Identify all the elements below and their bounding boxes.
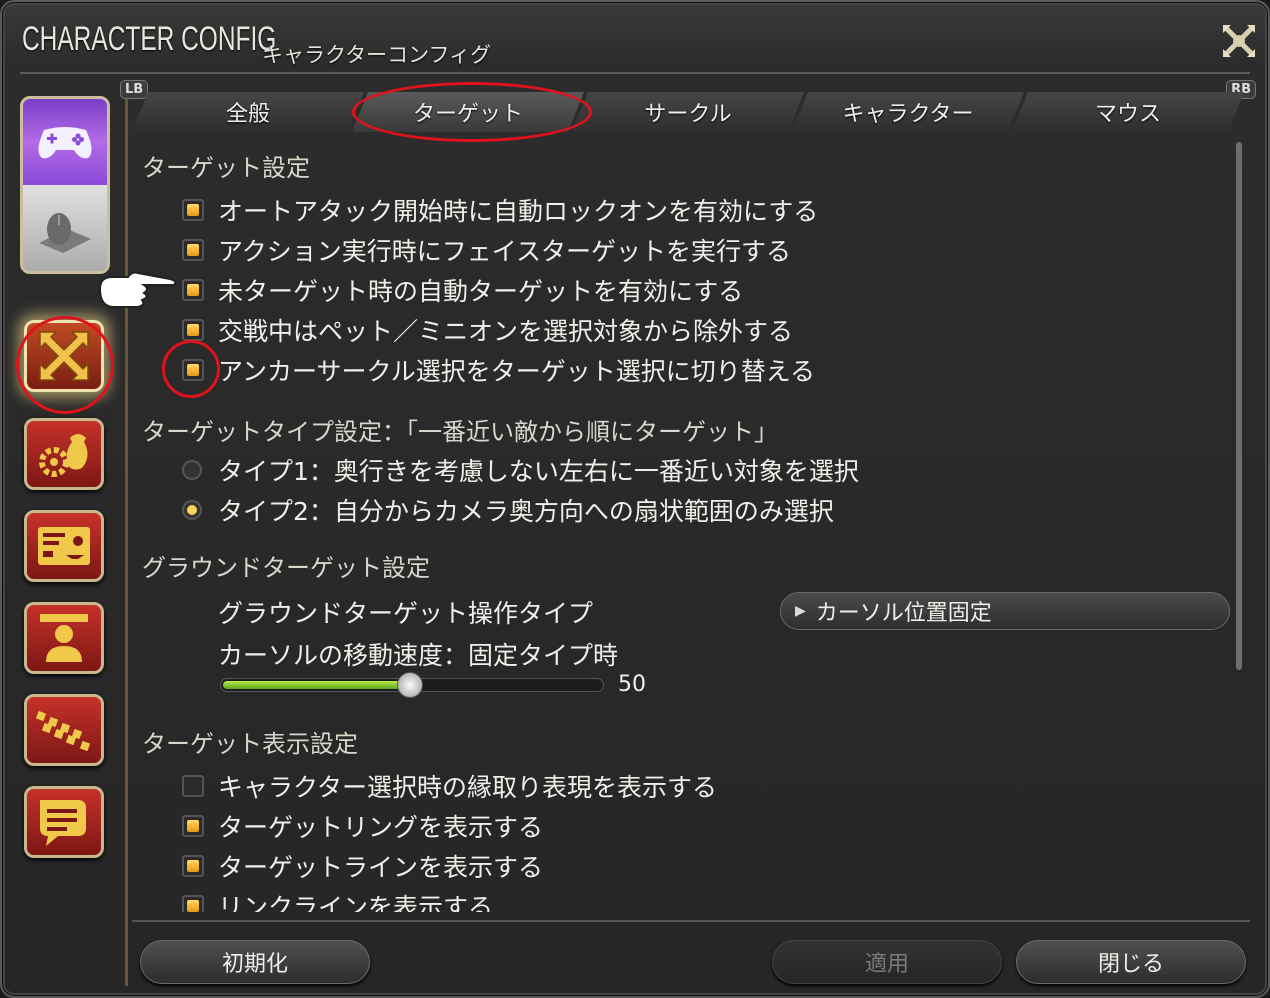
checkbox-row[interactable]: アンカーサークル選択をターゲット選択に切り替える: [182, 352, 815, 388]
checkbox-label: アクション実行時にフェイスターゲットを実行する: [218, 237, 792, 266]
sidebar-item-chat[interactable]: [24, 786, 104, 858]
tab-mouse[interactable]: マウス: [1012, 92, 1244, 132]
highlight-ring-tab: [352, 82, 592, 142]
scrollbar[interactable]: [1236, 142, 1242, 670]
title-divider: [20, 72, 1250, 74]
setting-label: カーソルの移動速度：固定タイプ時: [218, 641, 619, 670]
cursor-speed-slider[interactable]: [220, 672, 604, 698]
input-mode-card[interactable]: [20, 96, 110, 274]
radio-button[interactable]: [182, 500, 202, 520]
reset-button[interactable]: 初期化: [140, 940, 370, 984]
cursor-speed-label: カーソルの移動速度：固定タイプ時: [218, 636, 618, 672]
checkbox-label: ターゲットリングを表示する: [218, 813, 544, 842]
checkbox-label: オートアタック開始時に自動ロックオンを有効にする: [218, 197, 819, 226]
tab-label: マウス: [1094, 102, 1161, 127]
tab-label: サークル: [644, 102, 732, 127]
close-window-icon[interactable]: [1218, 20, 1260, 62]
checkbox[interactable]: [182, 279, 204, 301]
setting-label: グラウンドターゲット操作タイプ: [218, 599, 594, 628]
highlight-ring-sidebar: [16, 316, 114, 414]
window-title-ja: キャラクターコンフィグ: [262, 43, 492, 67]
tab-label: キャラクター: [842, 102, 974, 127]
checkbox-label: リンクラインを表示する: [218, 893, 494, 912]
footer-divider: [132, 920, 1250, 922]
checkbox-row[interactable]: ターゲットリングを表示する: [182, 808, 543, 844]
sidebar-item-character-info[interactable]: [24, 602, 104, 674]
checkbox-row[interactable]: 交戦中はペット／ミニオンを選択対象から除外する: [182, 312, 793, 348]
checkered-bars-icon: [35, 710, 91, 752]
sidebar-item-items-settings[interactable]: [24, 418, 104, 490]
gear-bag-icon: [39, 434, 88, 477]
section-heading-target-display: ターゲット表示設定: [142, 730, 358, 758]
checkbox[interactable]: [182, 775, 204, 797]
section-heading-target: ターゲット設定: [142, 154, 310, 182]
checkbox-row[interactable]: オートアタック開始時に自動ロックオンを有効にする: [182, 192, 818, 228]
checkbox-row[interactable]: アクション実行時にフェイスターゲットを実行する: [182, 232, 791, 268]
radio-label: タイプ2：自分からカメラ奥方向への扇状範囲のみ選択: [218, 497, 834, 526]
radio-button[interactable]: [182, 460, 202, 480]
ground-target-operation-dropdown[interactable]: ▶ カーソル位置固定: [780, 592, 1230, 630]
checkbox-label: ターゲットラインを表示する: [218, 853, 544, 882]
checkbox-row[interactable]: キャラクター選択時の縁取り表現を表示する: [182, 768, 717, 804]
section-heading-target-type: ターゲットタイプ設定：「一番近い敵から順にターゲット」: [142, 418, 778, 446]
radio-row[interactable]: タイプ1：奥行きを考慮しない左右に一番近い対象を選択: [182, 452, 859, 488]
tab-label: 全般: [225, 102, 270, 127]
id-card-icon: [38, 527, 90, 565]
apply-button[interactable]: 適用: [772, 940, 1002, 984]
checkbox[interactable]: [182, 199, 204, 221]
checkbox[interactable]: [182, 895, 204, 912]
play-arrow-icon: ▶: [795, 603, 806, 619]
character-config-window: CHARACTER CONFIG キャラクターコンフィグ LB RB 全般 ター…: [0, 0, 1270, 998]
mouse-keyboard-icon[interactable]: [23, 185, 107, 271]
checkbox-row[interactable]: 未ターゲット時の自動ターゲットを有効にする: [182, 272, 743, 308]
checkbox[interactable]: [182, 815, 204, 837]
tab-character[interactable]: キャラクター: [792, 92, 1024, 132]
tab-bar: 全般 ターゲット サークル キャラクター マウス: [132, 88, 1242, 134]
radio-row[interactable]: タイプ2：自分からカメラ奥方向への扇状範囲のみ選択: [182, 492, 834, 528]
checkbox-row[interactable]: リンクラインを表示する: [182, 888, 493, 912]
checkbox[interactable]: [182, 239, 204, 261]
checkbox-label: キャラクター選択時の縁取り表現を表示する: [218, 773, 718, 802]
tab-circle[interactable]: サークル: [572, 92, 804, 132]
radio-label: タイプ1：奥行きを考慮しない左右に一番近い対象を選択: [218, 457, 859, 486]
section-heading-ground-target: グラウンドターゲット設定: [142, 554, 430, 582]
settings-content: ターゲット設定 オートアタック開始時に自動ロックオンを有効にする アクション実行…: [142, 142, 1232, 912]
sidebar-item-card[interactable]: [24, 510, 104, 582]
dropdown-value: カーソル位置固定: [815, 601, 992, 626]
checkbox-label: アンカーサークル選択をターゲット選択に切り替える: [218, 357, 816, 386]
ground-target-operation-label: グラウンドターゲット操作タイプ: [218, 594, 593, 630]
highlight-ring-checkbox: [162, 340, 220, 398]
checkbox[interactable]: [182, 855, 204, 877]
slider-fill: [223, 681, 412, 689]
checkbox-label: 未ターゲット時の自動ターゲットを有効にする: [218, 277, 744, 306]
checkbox-row[interactable]: ターゲットラインを表示する: [182, 848, 543, 884]
sidebar-item-hotbar[interactable]: [24, 694, 104, 766]
slider-knob[interactable]: [397, 672, 423, 698]
chat-bubble-icon: [40, 800, 86, 846]
window-title-en: CHARACTER CONFIG: [22, 20, 277, 58]
checkbox-label: 交戦中はペット／ミニオンを選択対象から除外する: [218, 317, 794, 346]
checkbox[interactable]: [182, 319, 204, 341]
gamepad-icon[interactable]: [23, 99, 107, 185]
close-button[interactable]: 閉じる: [1016, 940, 1246, 984]
cursor-speed-value: 50: [618, 672, 646, 697]
sidebar: [10, 80, 177, 986]
tab-general[interactable]: 全般: [132, 92, 364, 132]
person-icon: [40, 614, 88, 662]
